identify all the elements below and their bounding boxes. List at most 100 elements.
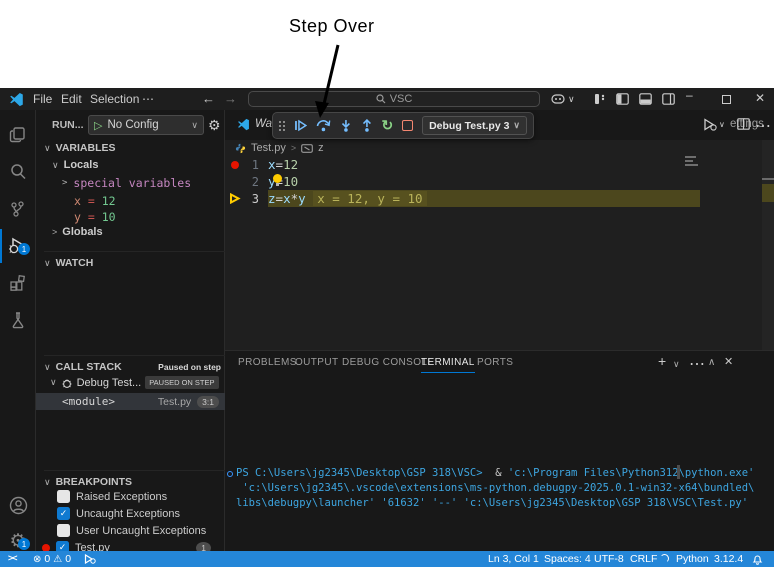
menu-file[interactable]: File — [33, 92, 52, 106]
breakpoint-row[interactable]: ✓ Uncaught Exceptions — [57, 507, 180, 520]
lightbulb-icon[interactable] — [273, 174, 282, 183]
copilot-chevron-icon[interactable]: ∨ — [568, 94, 575, 105]
panel-more-icon[interactable]: ⋯ — [689, 354, 705, 374]
checkbox-unchecked[interactable] — [57, 524, 70, 537]
testing-icon[interactable] — [0, 303, 36, 337]
variables-header[interactable]: ∨ VARIABLES — [44, 142, 116, 154]
terminal-dropdown-chevron-icon[interactable]: ∨ — [673, 359, 680, 370]
close-window-icon[interactable]: ✕ — [755, 91, 765, 105]
python-version[interactable]: 3.12.4 — [714, 553, 743, 565]
overview-ruler[interactable] — [762, 140, 774, 350]
stop-icon[interactable] — [402, 120, 413, 131]
errors-warnings[interactable]: ⊗ 0 ⚠ 0 — [33, 553, 71, 565]
toggle-sidebar-icon[interactable] — [616, 93, 629, 105]
encoding[interactable]: UTF-8 — [594, 553, 624, 565]
step-over-icon[interactable] — [316, 119, 331, 132]
debug-session-picker[interactable]: Debug Test.py 3 ∨ — [422, 116, 527, 135]
menu-more-icon[interactable]: ⋯ — [142, 92, 154, 106]
breakpoints-header[interactable]: ∨ BREAKPOINTS — [44, 470, 225, 488]
new-terminal-icon[interactable]: + — [658, 353, 666, 369]
notifications-bell-icon[interactable] — [752, 554, 763, 565]
search-sidebar-icon[interactable] — [0, 155, 36, 189]
restart-icon[interactable]: ↻ — [381, 119, 393, 132]
source-control-icon[interactable] — [0, 192, 36, 226]
customize-layout-icon[interactable] — [594, 93, 606, 105]
breadcrumb-symbol[interactable]: z — [318, 142, 324, 154]
debug-config-dropdown[interactable]: ▷ No Config ∨ — [88, 115, 204, 135]
variables-twistie-icon: ∨ — [44, 143, 51, 154]
code-token: 10 — [283, 174, 298, 189]
account-icon[interactable] — [0, 488, 36, 522]
callstack-status: Paused on step — [158, 362, 221, 372]
variable-row-y[interactable]: y = 10 — [74, 210, 116, 224]
command-decoration-icon[interactable] — [227, 471, 233, 477]
explorer-icon[interactable] — [0, 118, 36, 152]
terminal-scrollbar[interactable] — [677, 465, 680, 479]
start-debug-icon[interactable]: ▷ — [94, 119, 102, 132]
code-token: 12 — [283, 157, 298, 172]
breadcrumb[interactable]: Test.py > z — [235, 142, 324, 154]
code-line-2[interactable]: 2 y=10 — [225, 173, 762, 190]
stack-frame-row[interactable]: <module> Test.py 3:1 — [36, 393, 225, 410]
copilot-icon[interactable] — [551, 93, 565, 105]
locals-label: Locals — [64, 159, 99, 171]
toggle-panel-icon[interactable] — [639, 93, 652, 105]
editor-more-icon[interactable]: ⋯ — [755, 116, 771, 136]
bottom-panel: PROBLEMS OUTPUT DEBUG CONSOLE TERMINAL P… — [225, 350, 774, 551]
nav-forward-icon[interactable]: → — [224, 91, 237, 106]
menu-selection[interactable]: Selection — [90, 92, 139, 106]
indentation[interactable]: Spaces: 4 — [544, 553, 591, 565]
language-status-icon[interactable] — [660, 554, 669, 563]
special-variables-row[interactable]: > special variables — [62, 176, 191, 190]
run-dropdown-chevron-icon[interactable]: ∨ — [719, 120, 725, 129]
code-line-3-current[interactable]: 3 z=x*y x = 12, y = 10 — [225, 190, 762, 207]
run-settings-gear-icon[interactable]: ⚙ — [208, 117, 221, 134]
locals-scope[interactable]: ∨ Locals — [52, 159, 98, 171]
debug-toolbar[interactable]: ↻ Debug Test.py 3 ∨ — [272, 112, 534, 139]
eol-sequence[interactable]: CRLF — [630, 553, 657, 565]
nav-back-icon[interactable]: ← — [202, 91, 215, 106]
toggle-secondary-sidebar-icon[interactable] — [662, 93, 675, 105]
run-python-file-icon[interactable] — [703, 118, 717, 131]
extensions-icon[interactable] — [0, 266, 36, 300]
breakpoint-row[interactable]: Raised Exceptions — [57, 490, 167, 503]
maximize-panel-icon[interactable]: ∧ — [708, 357, 715, 368]
error-icon: ⊗ — [33, 554, 41, 565]
code-line-1[interactable]: 1 x=12 — [225, 156, 762, 173]
watch-header[interactable]: ∨ WATCH — [44, 251, 225, 269]
lightbulb-base — [276, 183, 279, 186]
checkbox-unchecked[interactable] — [57, 490, 70, 503]
breakpoint-glyph-icon[interactable] — [231, 161, 239, 169]
continue-icon[interactable] — [294, 119, 307, 132]
debug-status-icon[interactable] — [84, 554, 96, 564]
language-mode[interactable]: Python — [676, 553, 709, 565]
debug-session-row[interactable]: ∨ Debug Test... PAUSED ON STEP — [50, 376, 222, 389]
split-editor-icon[interactable] — [737, 118, 750, 130]
command-center-search[interactable]: VSC — [248, 91, 540, 107]
callstack-header[interactable]: ∨ CALL STACK Paused on step — [44, 355, 225, 373]
breakpoint-row[interactable]: User Uncaught Exceptions — [57, 524, 206, 537]
breadcrumb-file[interactable]: Test.py — [251, 142, 286, 154]
toolbar-grip-icon[interactable] — [279, 121, 285, 131]
line-number: 2 — [243, 175, 259, 189]
minimap[interactable] — [683, 154, 733, 176]
watch-twistie-icon: ∨ — [44, 258, 51, 269]
maximize-icon[interactable] — [722, 95, 731, 104]
step-into-icon[interactable] — [340, 119, 352, 132]
tab-ports[interactable]: PORTS — [477, 357, 513, 368]
step-out-icon[interactable] — [361, 119, 373, 132]
checkbox-checked[interactable]: ✓ — [57, 507, 70, 520]
remote-indicator-icon[interactable]: >< — [8, 553, 17, 563]
minimize-icon[interactable]: – — [686, 88, 693, 102]
tab-terminal[interactable]: TERMINAL — [421, 357, 475, 373]
run-debug-sidebar: RUN... ▷ No Config ∨ ⚙ ⋯ ∨ VARIABLES ∨ L… — [36, 110, 225, 551]
close-panel-icon[interactable]: ✕ — [724, 355, 733, 368]
globals-twistie-icon: > — [52, 227, 57, 237]
globals-scope[interactable]: > Globals — [52, 226, 103, 238]
menu-edit[interactable]: Edit — [61, 92, 82, 106]
scrollbar-mark — [762, 178, 774, 180]
tab-output[interactable]: OUTPUT — [295, 357, 339, 368]
tab-problems[interactable]: PROBLEMS — [238, 357, 297, 368]
variable-row-x[interactable]: x = 12 — [74, 194, 116, 208]
cursor-position[interactable]: Ln 3, Col 1 — [488, 553, 539, 565]
